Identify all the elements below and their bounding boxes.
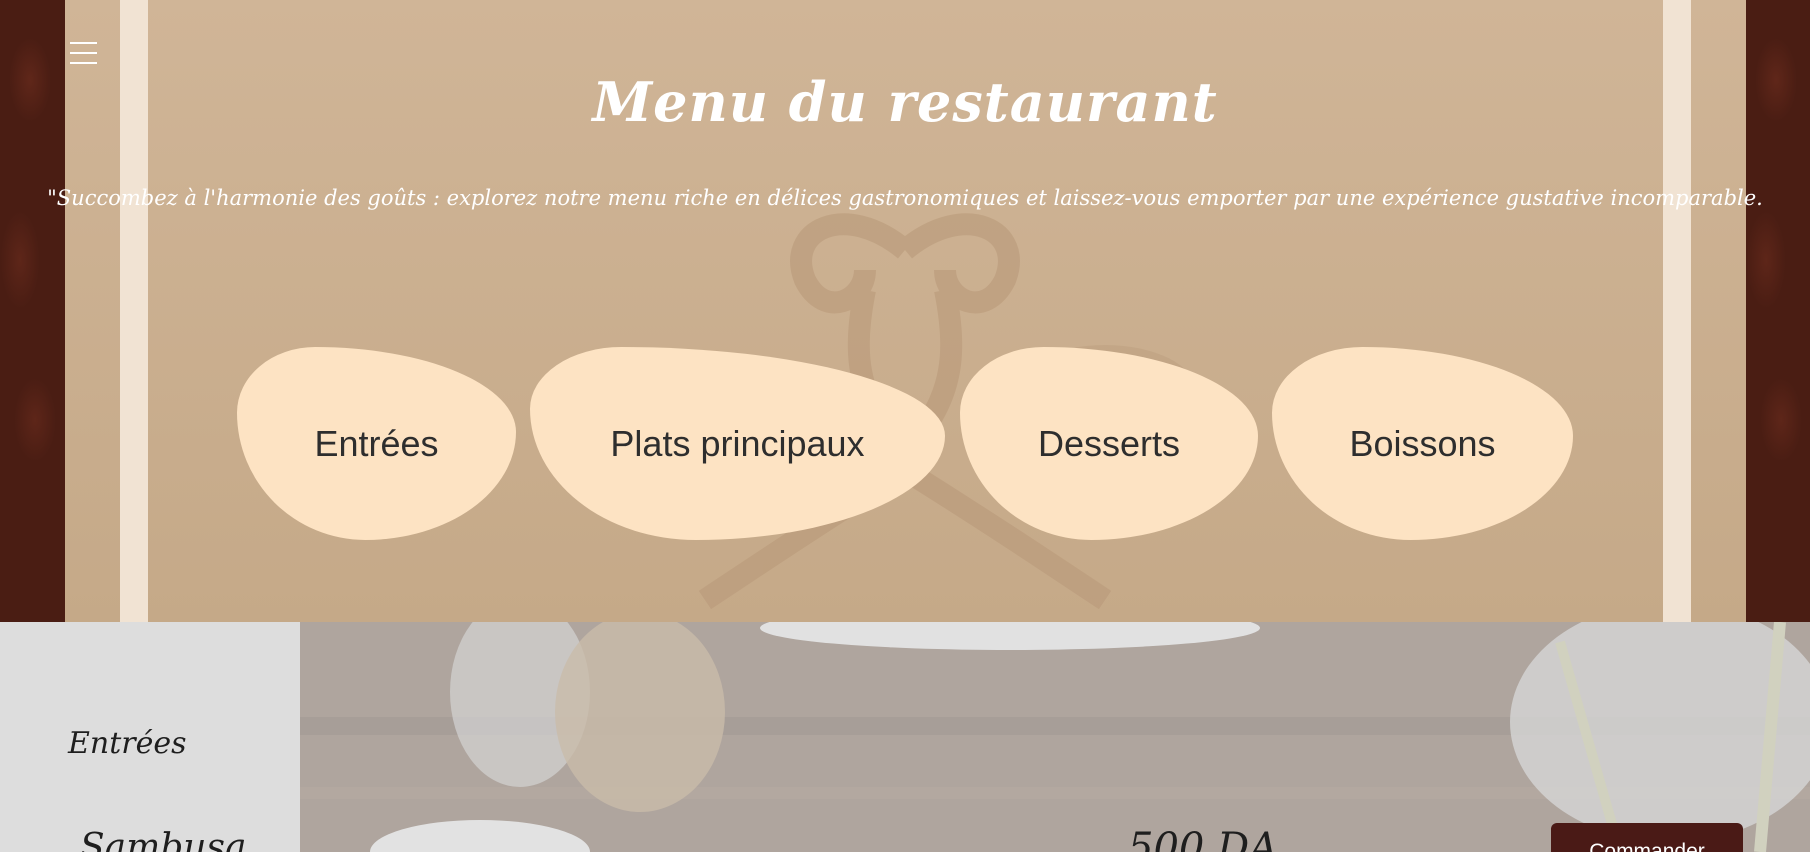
hamburger-menu-icon[interactable] [70, 42, 98, 70]
category-button-entrees[interactable]: Entrées [237, 347, 516, 540]
category-button-boissons[interactable]: Boissons [1272, 347, 1573, 540]
hamburger-line [70, 52, 97, 54]
category-nav: Entrées Plats principaux Desserts Boisso… [0, 347, 1810, 542]
section-title: Entrées [68, 726, 187, 761]
menu-content: Entrées Sambusa 500 DA Commander [0, 622, 1810, 852]
page-title: Menu du restaurant [592, 70, 1218, 134]
content-overlay [0, 622, 1810, 852]
hero-header: Menu du restaurant "Succombez à l'harmon… [0, 0, 1810, 622]
order-button[interactable]: Commander [1551, 823, 1743, 852]
menu-item-price: 500 DA [1128, 825, 1279, 852]
menu-item-name: Sambusa [80, 827, 247, 852]
page-tagline: "Succombez à l'harmonie des goûts : expl… [47, 186, 1763, 210]
page: Menu du restaurant "Succombez à l'harmon… [0, 0, 1810, 852]
category-button-plats-principaux[interactable]: Plats principaux [530, 347, 945, 540]
hamburger-line [70, 42, 97, 44]
category-button-desserts[interactable]: Desserts [960, 347, 1258, 540]
hamburger-line [70, 62, 97, 64]
